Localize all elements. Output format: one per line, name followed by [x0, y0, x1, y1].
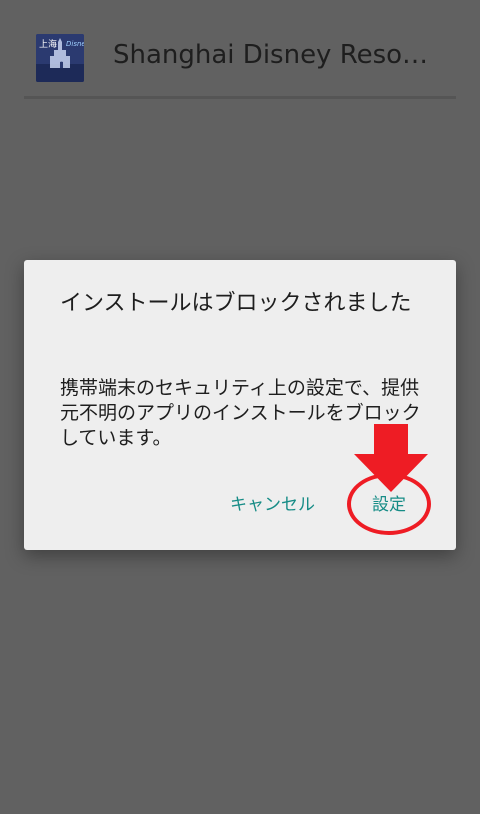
dialog-title: インストールはブロックされました [60, 291, 412, 316]
svg-text:上海: 上海 [39, 38, 57, 50]
svg-text:Disney: Disney [66, 40, 84, 48]
red-down-arrow-icon [354, 424, 428, 492]
app-title: Shanghai Disney Reso… [113, 40, 429, 70]
app-header: 上海 Disney Shanghai Disney Reso… [0, 0, 480, 99]
shanghai-disney-app-icon: 上海 Disney [36, 34, 84, 82]
header-divider [24, 96, 456, 99]
cancel-button[interactable]: キャンセル [230, 490, 315, 515]
